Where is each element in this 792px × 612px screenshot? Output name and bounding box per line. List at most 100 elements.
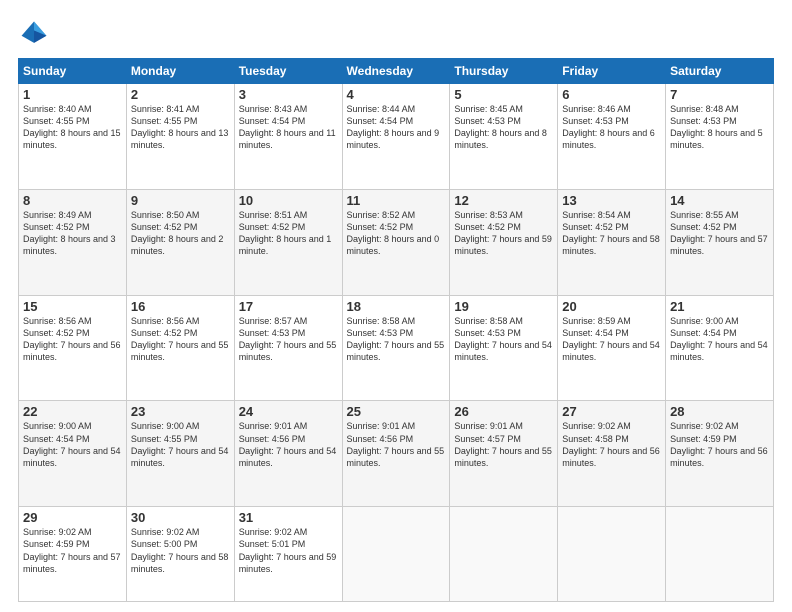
col-header-wednesday: Wednesday — [342, 59, 450, 84]
table-row — [666, 507, 774, 602]
day-info: Sunrise: 9:02 AM Sunset: 5:01 PM Dayligh… — [239, 526, 338, 575]
day-info: Sunrise: 8:55 AM Sunset: 4:52 PM Dayligh… — [670, 209, 769, 258]
table-row: 10Sunrise: 8:51 AM Sunset: 4:52 PM Dayli… — [234, 189, 342, 295]
table-row: 25Sunrise: 9:01 AM Sunset: 4:56 PM Dayli… — [342, 401, 450, 507]
day-info: Sunrise: 9:01 AM Sunset: 4:56 PM Dayligh… — [239, 420, 338, 469]
col-header-monday: Monday — [126, 59, 234, 84]
day-info: Sunrise: 8:57 AM Sunset: 4:53 PM Dayligh… — [239, 315, 338, 364]
day-info: Sunrise: 8:41 AM Sunset: 4:55 PM Dayligh… — [131, 103, 230, 152]
table-row: 23Sunrise: 9:00 AM Sunset: 4:55 PM Dayli… — [126, 401, 234, 507]
table-row: 12Sunrise: 8:53 AM Sunset: 4:52 PM Dayli… — [450, 189, 558, 295]
table-row: 1Sunrise: 8:40 AM Sunset: 4:55 PM Daylig… — [19, 84, 127, 190]
table-row: 13Sunrise: 8:54 AM Sunset: 4:52 PM Dayli… — [558, 189, 666, 295]
table-row: 17Sunrise: 8:57 AM Sunset: 4:53 PM Dayli… — [234, 295, 342, 401]
day-number: 30 — [131, 510, 230, 525]
day-number: 18 — [347, 299, 446, 314]
table-row — [450, 507, 558, 602]
day-number: 24 — [239, 404, 338, 419]
day-info: Sunrise: 8:48 AM Sunset: 4:53 PM Dayligh… — [670, 103, 769, 152]
table-row: 27Sunrise: 9:02 AM Sunset: 4:58 PM Dayli… — [558, 401, 666, 507]
day-number: 12 — [454, 193, 553, 208]
day-number: 15 — [23, 299, 122, 314]
table-row: 18Sunrise: 8:58 AM Sunset: 4:53 PM Dayli… — [342, 295, 450, 401]
table-row: 3Sunrise: 8:43 AM Sunset: 4:54 PM Daylig… — [234, 84, 342, 190]
day-number: 27 — [562, 404, 661, 419]
day-number: 2 — [131, 87, 230, 102]
table-row — [342, 507, 450, 602]
day-number: 25 — [347, 404, 446, 419]
day-number: 3 — [239, 87, 338, 102]
table-row: 15Sunrise: 8:56 AM Sunset: 4:52 PM Dayli… — [19, 295, 127, 401]
table-row: 11Sunrise: 8:52 AM Sunset: 4:52 PM Dayli… — [342, 189, 450, 295]
day-info: Sunrise: 9:01 AM Sunset: 4:57 PM Dayligh… — [454, 420, 553, 469]
col-header-saturday: Saturday — [666, 59, 774, 84]
day-info: Sunrise: 8:52 AM Sunset: 4:52 PM Dayligh… — [347, 209, 446, 258]
table-row: 5Sunrise: 8:45 AM Sunset: 4:53 PM Daylig… — [450, 84, 558, 190]
day-info: Sunrise: 8:46 AM Sunset: 4:53 PM Dayligh… — [562, 103, 661, 152]
day-number: 4 — [347, 87, 446, 102]
day-info: Sunrise: 8:53 AM Sunset: 4:52 PM Dayligh… — [454, 209, 553, 258]
col-header-friday: Friday — [558, 59, 666, 84]
day-number: 26 — [454, 404, 553, 419]
logo — [18, 18, 56, 50]
day-info: Sunrise: 8:49 AM Sunset: 4:52 PM Dayligh… — [23, 209, 122, 258]
day-number: 11 — [347, 193, 446, 208]
day-info: Sunrise: 9:02 AM Sunset: 4:59 PM Dayligh… — [670, 420, 769, 469]
table-row: 22Sunrise: 9:00 AM Sunset: 4:54 PM Dayli… — [19, 401, 127, 507]
day-info: Sunrise: 9:02 AM Sunset: 4:59 PM Dayligh… — [23, 526, 122, 575]
col-header-thursday: Thursday — [450, 59, 558, 84]
logo-icon — [18, 18, 50, 50]
table-row: 24Sunrise: 9:01 AM Sunset: 4:56 PM Dayli… — [234, 401, 342, 507]
table-row: 6Sunrise: 8:46 AM Sunset: 4:53 PM Daylig… — [558, 84, 666, 190]
table-row: 21Sunrise: 9:00 AM Sunset: 4:54 PM Dayli… — [666, 295, 774, 401]
day-number: 9 — [131, 193, 230, 208]
table-row: 7Sunrise: 8:48 AM Sunset: 4:53 PM Daylig… — [666, 84, 774, 190]
day-number: 6 — [562, 87, 661, 102]
day-info: Sunrise: 8:56 AM Sunset: 4:52 PM Dayligh… — [131, 315, 230, 364]
day-number: 20 — [562, 299, 661, 314]
day-info: Sunrise: 8:56 AM Sunset: 4:52 PM Dayligh… — [23, 315, 122, 364]
col-header-tuesday: Tuesday — [234, 59, 342, 84]
table-row: 2Sunrise: 8:41 AM Sunset: 4:55 PM Daylig… — [126, 84, 234, 190]
day-info: Sunrise: 8:51 AM Sunset: 4:52 PM Dayligh… — [239, 209, 338, 258]
day-info: Sunrise: 9:01 AM Sunset: 4:56 PM Dayligh… — [347, 420, 446, 469]
day-info: Sunrise: 8:58 AM Sunset: 4:53 PM Dayligh… — [454, 315, 553, 364]
day-number: 23 — [131, 404, 230, 419]
day-info: Sunrise: 9:00 AM Sunset: 4:54 PM Dayligh… — [670, 315, 769, 364]
day-number: 21 — [670, 299, 769, 314]
table-row: 4Sunrise: 8:44 AM Sunset: 4:54 PM Daylig… — [342, 84, 450, 190]
table-row: 29Sunrise: 9:02 AM Sunset: 4:59 PM Dayli… — [19, 507, 127, 602]
day-info: Sunrise: 8:59 AM Sunset: 4:54 PM Dayligh… — [562, 315, 661, 364]
day-info: Sunrise: 8:45 AM Sunset: 4:53 PM Dayligh… — [454, 103, 553, 152]
day-number: 8 — [23, 193, 122, 208]
day-number: 16 — [131, 299, 230, 314]
day-number: 14 — [670, 193, 769, 208]
day-info: Sunrise: 9:02 AM Sunset: 5:00 PM Dayligh… — [131, 526, 230, 575]
calendar-table: SundayMondayTuesdayWednesdayThursdayFrid… — [18, 58, 774, 602]
day-info: Sunrise: 8:50 AM Sunset: 4:52 PM Dayligh… — [131, 209, 230, 258]
day-number: 7 — [670, 87, 769, 102]
table-row — [558, 507, 666, 602]
table-row: 31Sunrise: 9:02 AM Sunset: 5:01 PM Dayli… — [234, 507, 342, 602]
day-number: 5 — [454, 87, 553, 102]
day-info: Sunrise: 9:00 AM Sunset: 4:54 PM Dayligh… — [23, 420, 122, 469]
day-info: Sunrise: 8:44 AM Sunset: 4:54 PM Dayligh… — [347, 103, 446, 152]
day-number: 28 — [670, 404, 769, 419]
table-row: 19Sunrise: 8:58 AM Sunset: 4:53 PM Dayli… — [450, 295, 558, 401]
day-number: 13 — [562, 193, 661, 208]
day-number: 29 — [23, 510, 122, 525]
day-info: Sunrise: 8:40 AM Sunset: 4:55 PM Dayligh… — [23, 103, 122, 152]
table-row: 9Sunrise: 8:50 AM Sunset: 4:52 PM Daylig… — [126, 189, 234, 295]
day-info: Sunrise: 8:43 AM Sunset: 4:54 PM Dayligh… — [239, 103, 338, 152]
table-row: 20Sunrise: 8:59 AM Sunset: 4:54 PM Dayli… — [558, 295, 666, 401]
col-header-sunday: Sunday — [19, 59, 127, 84]
day-number: 31 — [239, 510, 338, 525]
table-row: 8Sunrise: 8:49 AM Sunset: 4:52 PM Daylig… — [19, 189, 127, 295]
table-row: 30Sunrise: 9:02 AM Sunset: 5:00 PM Dayli… — [126, 507, 234, 602]
day-number: 10 — [239, 193, 338, 208]
day-info: Sunrise: 9:00 AM Sunset: 4:55 PM Dayligh… — [131, 420, 230, 469]
day-number: 1 — [23, 87, 122, 102]
day-number: 22 — [23, 404, 122, 419]
table-row: 14Sunrise: 8:55 AM Sunset: 4:52 PM Dayli… — [666, 189, 774, 295]
day-info: Sunrise: 9:02 AM Sunset: 4:58 PM Dayligh… — [562, 420, 661, 469]
